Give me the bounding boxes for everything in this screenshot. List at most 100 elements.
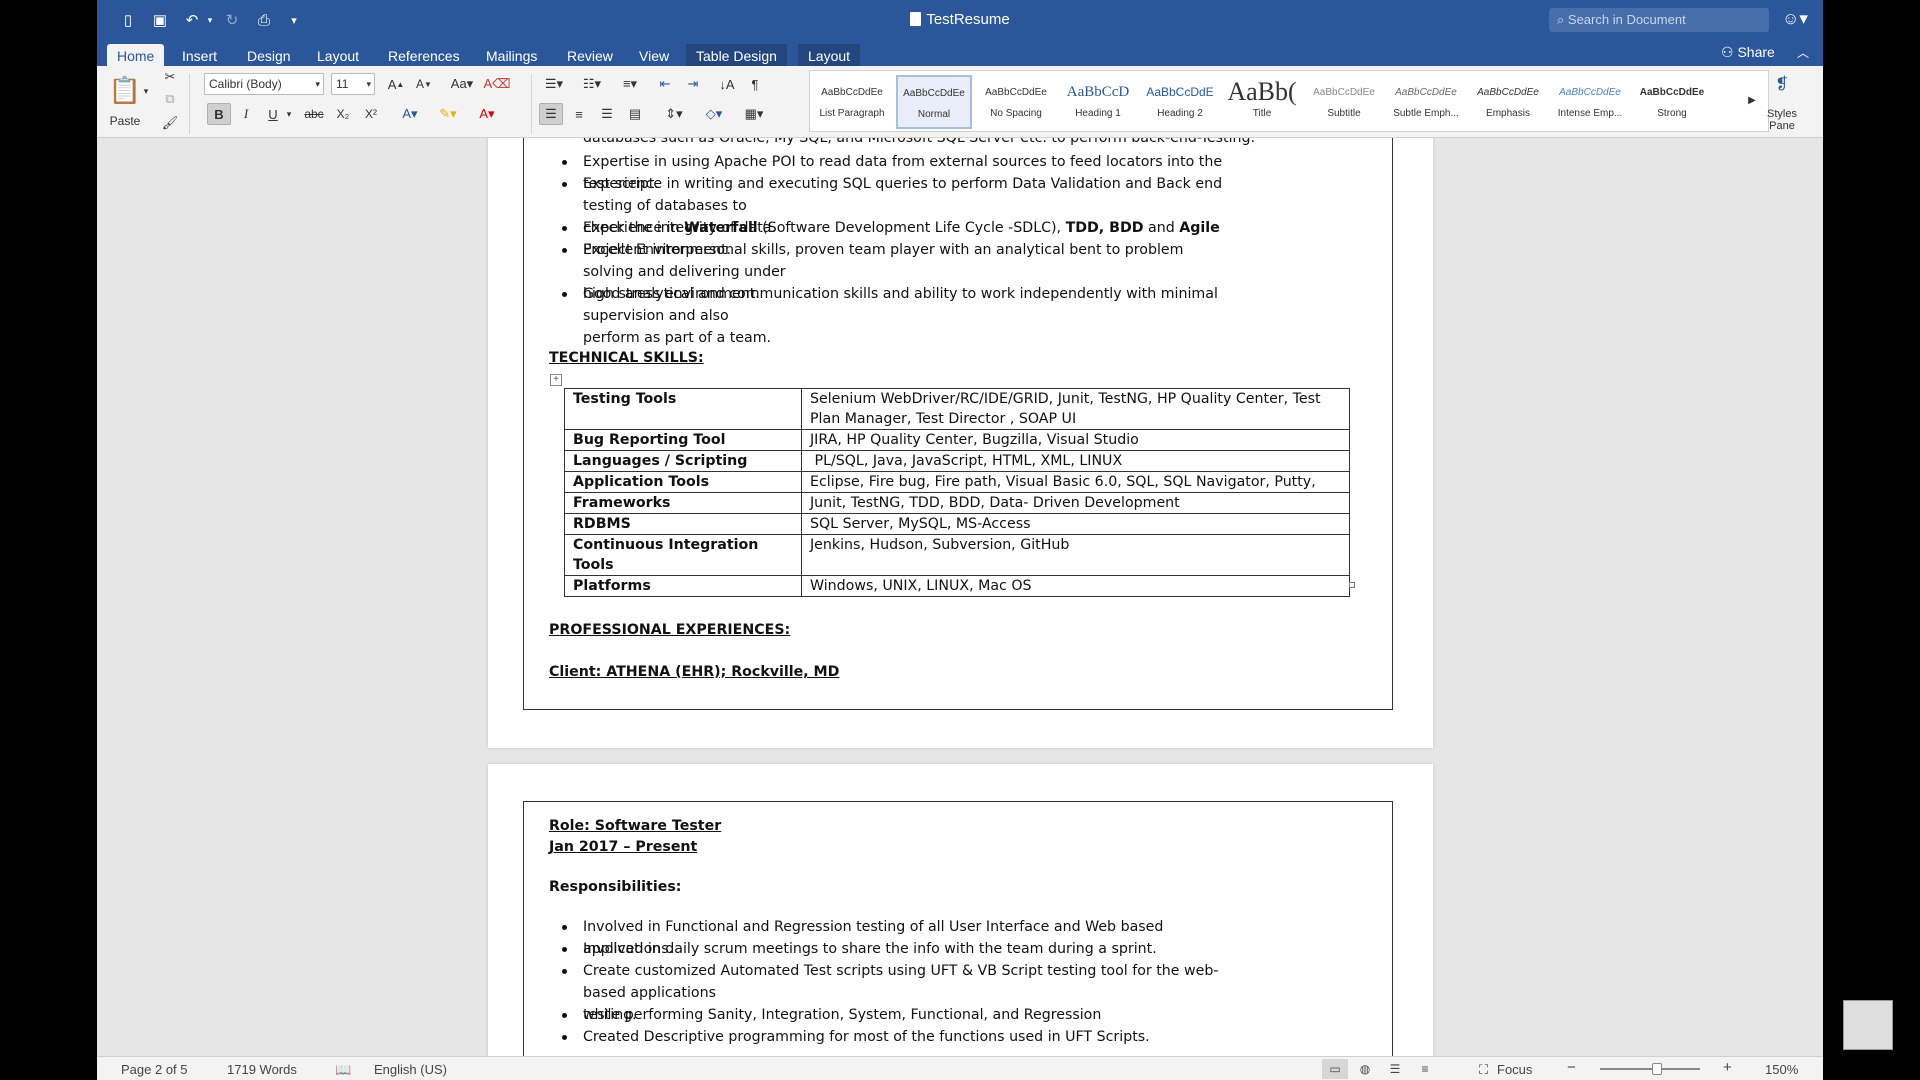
cell-text: Selenium WebDriver/RC/IDE/GRID, Junit, T… <box>810 391 1321 407</box>
feedback-smiley-icon[interactable]: ☺▾ <box>1782 9 1808 29</box>
decrease-indent-icon[interactable]: ⇤ <box>653 73 677 95</box>
tab-home[interactable]: Home <box>107 44 165 66</box>
underline-button[interactable]: U <box>261 103 285 125</box>
highlight-color-icon[interactable]: ✎▾ <box>431 103 465 125</box>
table-cell-label[interactable]: Bug Reporting Tool <box>564 429 802 451</box>
search-input[interactable]: ⌕ Search in Document <box>1549 8 1769 32</box>
focus-button[interactable]: Focus <box>1497 1062 1532 1077</box>
shading-icon[interactable]: ◇▾ <box>697 103 731 125</box>
collapse-ribbon-icon[interactable]: ︿ <box>1797 44 1809 61</box>
paste-button[interactable]: Paste <box>105 110 145 132</box>
proofing-icon[interactable]: 📖 <box>335 1062 351 1078</box>
italic-button[interactable]: I <box>234 103 258 125</box>
table-cell-value[interactable]: Jenkins, Hudson, Subversion, GitHub <box>801 534 1350 576</box>
font-size-select[interactable]: 11 ▾ <box>331 73 375 95</box>
word-count[interactable]: 1719 Words <box>227 1062 297 1077</box>
numbering-icon[interactable]: ☷▾ <box>575 73 609 95</box>
clear-formatting-icon[interactable]: A⌫ <box>483 73 510 95</box>
zoom-in-icon[interactable]: + <box>1723 1059 1732 1076</box>
tab-review[interactable]: Review <box>557 44 623 66</box>
focus-icon[interactable]: ⛶ <box>1479 1062 1488 1078</box>
zoom-slider[interactable] <box>1600 1068 1700 1070</box>
language-indicator[interactable]: English (US) <box>374 1062 447 1077</box>
table-cell-value[interactable]: JIRA, HP Quality Center, Bugzilla, Visua… <box>801 429 1350 451</box>
style-strong[interactable]: AaBbCcDdEe Strong <box>1634 75 1710 129</box>
style-intense-emphasis[interactable]: AaBbCcDdEe Intense Emp... <box>1552 75 1628 129</box>
outline-view-icon[interactable]: ☰ <box>1382 1059 1408 1079</box>
tab-design[interactable]: Design <box>237 44 301 66</box>
table-cell-label[interactable]: Continuous Integration Tools <box>564 534 802 576</box>
shrink-font-icon[interactable]: A ▼ <box>411 73 437 95</box>
zoom-out-icon[interactable]: − <box>1567 1059 1576 1076</box>
font-color-icon[interactable]: A▾ <box>471 103 503 125</box>
style-subtle-emphasis[interactable]: AaBbCcDdEe Subtle Emph... <box>1388 75 1464 129</box>
paste-icon[interactable]: 📋 <box>105 70 145 110</box>
document-area[interactable]: databases such as Oracle, My SQL, and Mi… <box>97 138 1823 1056</box>
text-effects-icon[interactable]: A▾ <box>395 103 425 125</box>
style-title[interactable]: AaBb(Title <box>1224 75 1300 129</box>
align-right-icon[interactable]: ☰ <box>595 103 619 125</box>
underline-dropdown-icon[interactable]: ▾ <box>283 103 295 125</box>
search-icon: ⌕ <box>1557 12 1568 27</box>
styles-pane-icon[interactable]: ❡ <box>1757 70 1807 98</box>
borders-icon[interactable]: ▦▾ <box>737 103 771 125</box>
table-cell-value[interactable]: Windows, UNIX, LINUX, Mac OS <box>801 575 1350 597</box>
justify-icon[interactable]: ▤ <box>623 103 647 125</box>
table-move-handle-icon[interactable]: + <box>550 374 562 386</box>
table-resize-handle[interactable] <box>1349 582 1355 588</box>
table-cell-value[interactable]: SQL Server, MySQL, MS-Access <box>801 513 1350 535</box>
web-layout-icon[interactable]: ◍ <box>1352 1059 1378 1079</box>
style-heading-1[interactable]: AaBbCcD Heading 1 <box>1060 75 1136 129</box>
subscript-button[interactable]: X₂ <box>331 103 355 125</box>
superscript-button[interactable]: X² <box>359 103 383 125</box>
style-subtitle[interactable]: AaBbCcDdEe Subtitle <box>1306 75 1382 129</box>
print-layout-icon[interactable]: ▭ <box>1322 1059 1348 1079</box>
styles-pane-button[interactable]: Styles Pane <box>1759 108 1805 132</box>
table-cell-label[interactable]: Application Tools <box>564 471 802 493</box>
show-formatting-icon[interactable]: ¶ <box>743 73 767 95</box>
zoom-level[interactable]: 150% <box>1765 1062 1798 1077</box>
strikethrough-button[interactable]: abc <box>301 103 327 125</box>
increase-indent-icon[interactable]: ⇥ <box>681 73 705 95</box>
tab-mailings[interactable]: Mailings <box>476 44 547 66</box>
tab-insert[interactable]: Insert <box>172 44 227 66</box>
table-cell-label[interactable]: Frameworks <box>564 492 802 514</box>
align-left-icon[interactable]: ☰ <box>539 103 563 125</box>
style-list-paragraph[interactable]: AaBbCcDdEe List Paragraph <box>814 75 890 129</box>
sort-icon[interactable]: ↓A <box>715 73 739 95</box>
zoom-slider-handle[interactable] <box>1652 1063 1662 1075</box>
list-item-text: Created Descriptive programming for most… <box>583 1029 1150 1045</box>
style-emphasis[interactable]: AaBbCcDdEe Emphasis <box>1470 75 1546 129</box>
table-cell-label[interactable]: RDBMS <box>564 513 802 535</box>
line-spacing-icon[interactable]: ⇕▾ <box>657 103 691 125</box>
tab-layout[interactable]: Layout <box>307 44 369 66</box>
table-cell-value[interactable]: Eclipse, Fire bug, Fire path, Visual Bas… <box>801 471 1350 493</box>
change-case-icon[interactable]: Aa▾ <box>445 73 479 95</box>
style-normal[interactable]: AaBbCcDdEe Normal <box>896 75 972 129</box>
align-center-icon[interactable]: ≡ <box>567 103 591 125</box>
multilevel-list-icon[interactable]: ≡▾ <box>613 73 647 95</box>
font-name-select[interactable]: Calibri (Body) ▾ <box>204 73 324 95</box>
format-painter-icon[interactable]: 🖌 <box>159 112 181 134</box>
table-cell-label[interactable]: Platforms <box>564 575 802 597</box>
page-count[interactable]: Page 2 of 5 <box>121 1062 188 1077</box>
share-button[interactable]: ⚇ Share <box>1721 44 1775 61</box>
tab-table-layout[interactable]: Layout <box>798 44 861 66</box>
table-cell-value[interactable]: PL/SQL, Java, JavaScript, HTML, XML, LIN… <box>801 450 1350 472</box>
bullets-icon[interactable]: ☰▾ <box>537 73 571 95</box>
tab-view[interactable]: View <box>629 44 679 66</box>
draft-view-icon[interactable]: ≡ <box>1412 1059 1438 1079</box>
tab-references[interactable]: References <box>378 44 470 66</box>
copy-icon[interactable]: ⧉ <box>159 88 181 110</box>
table-cell-value[interactable]: Junit, TestNG, TDD, BDD, Data- Driven De… <box>801 492 1350 514</box>
grow-font-icon[interactable]: A ▲ <box>383 73 409 95</box>
tab-table-design[interactable]: Table Design <box>686 44 787 66</box>
style-no-spacing[interactable]: AaBbCcDdEe No Spacing <box>978 75 1054 129</box>
table-cell-label[interactable]: Testing Tools <box>564 388 802 430</box>
bold-button[interactable]: B <box>207 103 231 125</box>
table-cell-label[interactable]: Languages / Scripting <box>564 450 802 472</box>
style-heading-2[interactable]: AaBbCcDdE Heading 2 <box>1142 75 1218 129</box>
cut-icon[interactable]: ✂ <box>159 66 181 88</box>
table-cell-value[interactable]: Selenium WebDriver/RC/IDE/GRID, Junit, T… <box>801 388 1350 430</box>
paste-dropdown-icon[interactable]: ▾ <box>141 80 151 102</box>
